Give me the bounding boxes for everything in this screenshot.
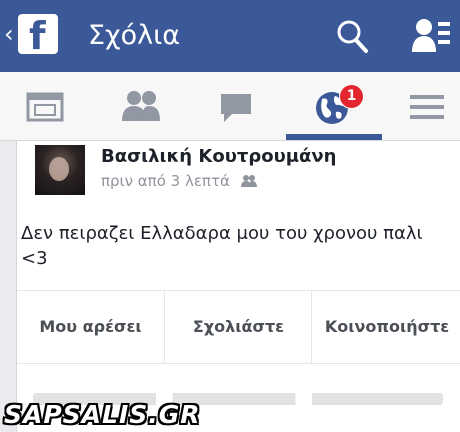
tab-more[interactable] bbox=[404, 72, 450, 140]
chevron-left-icon[interactable]: ‹ bbox=[4, 22, 14, 46]
watermark: SAPSALIS.GR bbox=[4, 400, 201, 429]
friend-requests-icon[interactable] bbox=[410, 18, 452, 54]
post-text: Δεν πειραζει Ελλαδαρα μου του χρονου παλ… bbox=[21, 223, 423, 269]
menu-icon bbox=[410, 95, 444, 119]
post-time[interactable]: πριν από 3 λεπτά bbox=[101, 172, 230, 190]
share-button[interactable]: Κοινοποιήστε bbox=[311, 291, 460, 363]
friends-audience-icon bbox=[240, 175, 257, 187]
facebook-logo-icon[interactable]: f bbox=[18, 14, 58, 56]
chat-bubble-icon bbox=[221, 94, 251, 122]
tab-friends[interactable] bbox=[112, 72, 168, 140]
active-tab-indicator bbox=[286, 134, 382, 140]
top-bar: ‹ f Σχόλια bbox=[0, 0, 460, 72]
search-icon[interactable] bbox=[334, 18, 370, 54]
news-feed-icon bbox=[26, 92, 64, 122]
notification-badge: 1 bbox=[339, 84, 364, 109]
page-title: Σχόλια bbox=[88, 20, 181, 51]
tab-messages[interactable] bbox=[212, 72, 264, 140]
author-name[interactable]: Βασιλική Κουτρουμάνη bbox=[101, 145, 336, 169]
like-button[interactable]: Μου αρέσει bbox=[17, 291, 164, 363]
tab-bar bbox=[0, 72, 460, 141]
comment-button[interactable]: Σχολιάστε bbox=[164, 291, 312, 363]
friends-icon bbox=[122, 91, 160, 121]
post-meta: πριν από 3 λεπτά bbox=[101, 171, 257, 191]
comment-card: Βασιλική Κουτρουμάνη πριν από 3 λεπτά Δε… bbox=[16, 141, 460, 432]
action-bar: Μου αρέσει Σχολιάστε Κοινοποιήστε bbox=[17, 290, 460, 364]
tab-news-feed[interactable] bbox=[20, 72, 72, 140]
avatar[interactable] bbox=[35, 145, 85, 195]
